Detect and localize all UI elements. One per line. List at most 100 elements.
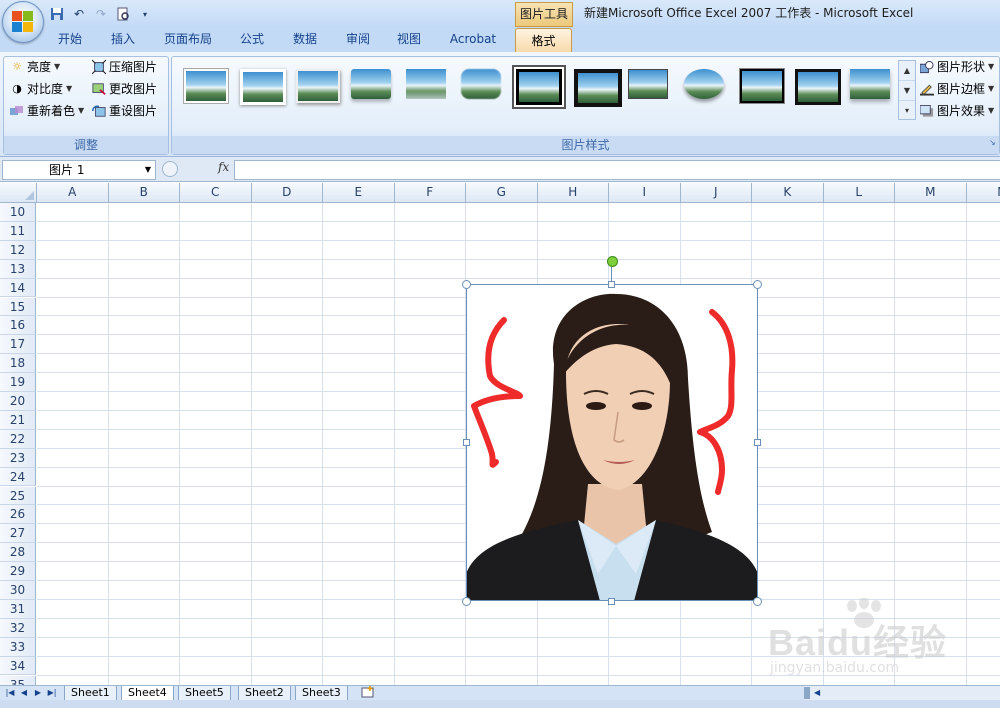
picture-style-thumbnail[interactable] (406, 69, 446, 99)
column-header[interactable]: A (37, 183, 109, 202)
row-header[interactable]: 18 (0, 354, 36, 374)
picture-style-thumbnail[interactable] (514, 67, 564, 107)
sheet-tab[interactable]: Sheet4 (121, 686, 174, 701)
tab-acrobat[interactable]: Acrobat (442, 27, 504, 52)
column-header[interactable]: H (538, 183, 609, 202)
contrast-button[interactable]: ◑ 对比度 ▼ (10, 79, 72, 99)
resize-handle-w[interactable] (463, 439, 470, 446)
picture-style-thumbnail[interactable] (684, 69, 724, 99)
row-header[interactable]: 35 (0, 675, 36, 685)
gallery-scroll[interactable]: ▲ ▼ ▾ (898, 60, 916, 120)
insert-sheet-icon[interactable] (360, 686, 376, 699)
tab-format[interactable]: 格式 (515, 28, 572, 53)
sheet-tab[interactable]: Sheet2 (238, 686, 291, 701)
picture-style-thumbnail[interactable] (574, 69, 622, 107)
customize-toolbar-icon[interactable]: ▾ (136, 5, 154, 23)
formula-input[interactable] (234, 160, 1000, 180)
resize-handle-s[interactable] (608, 598, 615, 605)
row-header[interactable]: 22 (0, 429, 36, 449)
column-header[interactable]: F (395, 183, 466, 202)
name-box[interactable]: 图片 1 ▼ (2, 160, 156, 180)
row-header[interactable]: 17 (0, 335, 36, 355)
column-header[interactable]: B (109, 183, 180, 202)
row-header[interactable]: 12 (0, 240, 36, 260)
tab-review[interactable]: 审阅 (336, 27, 380, 52)
row-header[interactable]: 33 (0, 637, 36, 657)
column-header[interactable]: L (824, 183, 895, 202)
tab-view[interactable]: 视图 (387, 27, 431, 52)
save-icon[interactable] (48, 5, 66, 23)
column-header[interactable]: K (752, 183, 824, 202)
gallery-expand-icon[interactable]: ▾ (899, 101, 915, 120)
row-header[interactable]: 19 (0, 373, 36, 392)
tab-home[interactable]: 开始 (48, 27, 92, 52)
picture-shape-button[interactable]: 图片形状 ▼ (920, 57, 994, 77)
horizontal-scrollbar[interactable]: ◀ (804, 686, 1000, 700)
compress-pictures-button[interactable]: 压缩图片 (92, 57, 157, 77)
print-preview-icon[interactable] (114, 5, 132, 23)
column-header[interactable]: M (895, 183, 967, 202)
redo-icon[interactable]: ↷ (92, 5, 110, 23)
brightness-button[interactable]: ☼ 亮度 ▼ (10, 57, 60, 77)
picture-style-thumbnail[interactable] (628, 69, 668, 99)
column-header[interactable]: C (180, 183, 252, 202)
sheet-tab[interactable]: Sheet1 (64, 686, 117, 701)
recolor-button[interactable]: 重新着色 ▼ (10, 101, 84, 121)
tab-data[interactable]: 数据 (283, 27, 327, 52)
sheet-tab[interactable]: Sheet3 (295, 686, 348, 701)
insert-function-icon[interactable]: fx (218, 160, 229, 174)
row-header[interactable]: 15 (0, 297, 36, 317)
picture-style-thumbnail[interactable] (795, 69, 841, 105)
picture-style-thumbnail[interactable] (296, 69, 340, 103)
expand-handle-icon[interactable] (162, 161, 178, 177)
picture-border-button[interactable]: 图片边框 ▼ (920, 79, 994, 99)
row-header[interactable]: 34 (0, 656, 36, 676)
resize-handle-ne[interactable] (753, 280, 762, 289)
rotation-handle[interactable] (607, 256, 618, 267)
row-header[interactable]: 16 (0, 316, 36, 336)
tab-page-layout[interactable]: 页面布局 (156, 27, 220, 52)
undo-icon[interactable]: ↶ (70, 5, 88, 23)
tab-insert[interactable]: 插入 (101, 27, 145, 52)
scroll-down-icon[interactable]: ▼ (899, 81, 915, 101)
last-sheet-icon[interactable]: ▶| (46, 686, 58, 699)
scroll-up-icon[interactable]: ▲ (899, 61, 915, 81)
row-header[interactable]: 32 (0, 618, 36, 638)
next-sheet-icon[interactable]: ▶ (32, 686, 44, 699)
picture-style-thumbnail[interactable] (240, 69, 286, 105)
column-header[interactable]: E (323, 183, 395, 202)
resize-handle-nw[interactable] (462, 280, 471, 289)
first-sheet-icon[interactable]: |◀ (4, 686, 16, 699)
row-header[interactable]: 13 (0, 259, 36, 279)
row-header[interactable]: 23 (0, 448, 36, 468)
row-header[interactable]: 10 (0, 203, 36, 222)
picture-style-thumbnail[interactable] (351, 69, 391, 99)
picture-style-thumbnail[interactable] (850, 69, 890, 99)
prev-sheet-icon[interactable]: ◀ (18, 686, 30, 699)
column-header[interactable]: D (252, 183, 323, 202)
change-picture-button[interactable]: 更改图片 (92, 79, 157, 99)
resize-handle-se[interactable] (753, 597, 762, 606)
picture-effects-button[interactable]: 图片效果 ▼ (920, 101, 994, 121)
resize-handle-sw[interactable] (462, 597, 471, 606)
row-header[interactable]: 27 (0, 524, 36, 544)
column-header[interactable]: N (967, 183, 1000, 202)
select-all-button[interactable] (0, 183, 37, 202)
row-header[interactable]: 31 (0, 599, 36, 619)
row-header[interactable]: 28 (0, 543, 36, 563)
row-header[interactable]: 29 (0, 562, 36, 581)
row-header[interactable]: 11 (0, 221, 36, 241)
dialog-launcher-icon[interactable]: ↘ (989, 138, 996, 147)
tab-split-handle[interactable] (804, 687, 810, 699)
row-header[interactable]: 30 (0, 581, 36, 600)
sheet-tab[interactable]: Sheet5 (178, 686, 231, 701)
picture-style-thumbnail[interactable] (461, 69, 501, 99)
column-header[interactable]: J (681, 183, 752, 202)
picture-style-thumbnail[interactable] (184, 69, 228, 103)
resize-handle-n[interactable] (608, 281, 615, 288)
row-header[interactable]: 14 (0, 278, 36, 298)
tab-formulas[interactable]: 公式 (230, 27, 274, 52)
office-button[interactable] (2, 1, 44, 43)
column-header[interactable]: G (466, 183, 538, 202)
column-header[interactable]: I (609, 183, 681, 202)
